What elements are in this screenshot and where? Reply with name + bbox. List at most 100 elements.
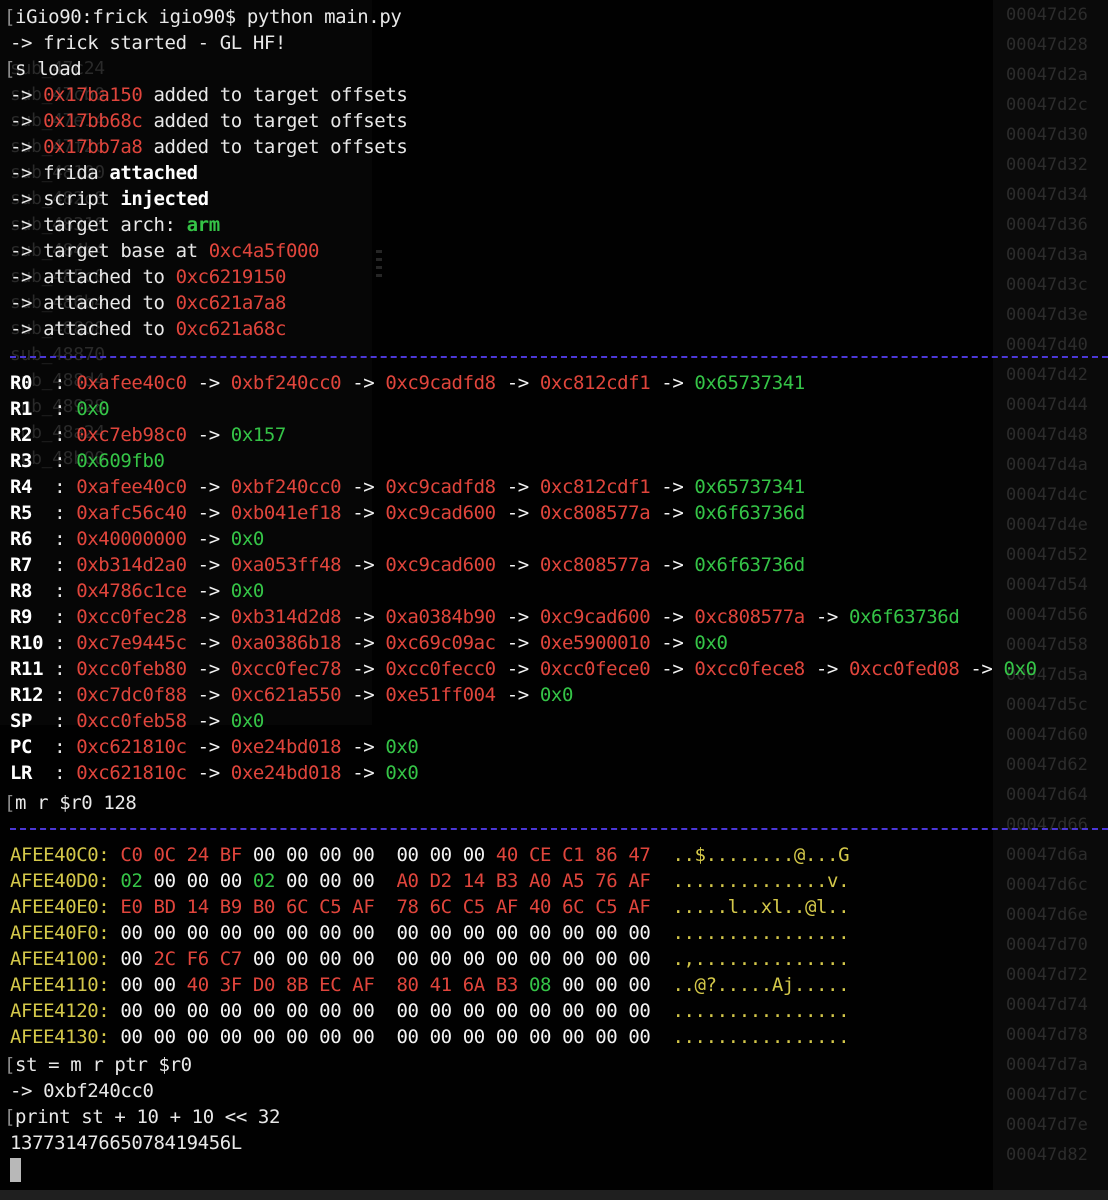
hex-byte: 00	[562, 922, 585, 944]
hex-gap	[518, 870, 529, 892]
background-address: 00047d4c	[1006, 485, 1088, 505]
pointer-arrow: ->	[186, 684, 231, 706]
hex-byte: 00	[120, 974, 143, 996]
memory-command: m r $r0 128	[15, 792, 137, 814]
hex-gap	[650, 870, 661, 892]
hex-byte: 00	[528, 1000, 552, 1022]
hex-gap	[584, 1026, 595, 1048]
hex-byte: 00	[528, 922, 552, 944]
load-command-line: [s load	[4, 58, 82, 80]
hex-byte: 00	[219, 922, 242, 944]
offset-line: -> 0x17bb68c added to target offsets	[10, 110, 408, 132]
hex-gap	[551, 974, 562, 996]
text-cursor[interactable]	[10, 1158, 21, 1182]
pointer-arrow: ->	[959, 658, 1004, 680]
hex-gap	[275, 870, 286, 892]
hex-byte: 14	[186, 896, 209, 918]
section-divider	[10, 828, 1108, 830]
hex-gap	[650, 974, 661, 996]
hex-byte: F6	[186, 948, 209, 970]
register-separator: :	[54, 762, 77, 784]
hex-gap	[661, 922, 672, 944]
background-address: 00047d3a	[1006, 245, 1088, 265]
hex-ascii: ................	[672, 1026, 850, 1048]
terminal-window[interactable]: sub_47c24 sub_47cb0 sub_47e14 sub_47f2c sub_…	[0, 0, 1108, 1200]
hex-byte: 00	[186, 1026, 209, 1048]
hex-gap	[209, 922, 220, 944]
hex-byte: 00	[462, 844, 485, 866]
hex-byte: 00	[352, 1026, 375, 1048]
hex-gap	[518, 896, 529, 918]
pointer-arrow: ->	[186, 710, 231, 732]
register-row: R8 : 0x4786c1ce -> 0x0	[10, 578, 264, 604]
hex-byte: 00	[595, 974, 618, 996]
hex-byte: 00	[628, 1026, 651, 1048]
script-prefix: -> script	[10, 188, 121, 210]
register-name: R6	[10, 528, 55, 550]
hex-gap	[661, 1026, 672, 1048]
hex-gap	[242, 948, 253, 970]
pointer-arrow: ->	[186, 606, 231, 628]
pointer-value: 0xc808577a	[539, 554, 651, 576]
pointer-arrow: ->	[495, 606, 540, 628]
offset-line: -> 0x17ba150 added to target offsets	[10, 84, 408, 106]
hex-gap	[419, 896, 430, 918]
hex-gap	[485, 948, 496, 970]
attached-prefix: -> attached to	[10, 266, 176, 288]
pointer-arrow: ->	[341, 684, 386, 706]
hex-gap	[142, 870, 153, 892]
background-address: 00047d2a	[1006, 65, 1088, 85]
hex-gap	[419, 844, 430, 866]
hex-byte: 00	[286, 844, 309, 866]
hex-gap	[518, 1000, 529, 1022]
hex-gap	[242, 1026, 253, 1048]
hex-gap	[650, 922, 661, 944]
pointer-value: 0xe5900010	[539, 632, 651, 654]
hex-gap	[275, 948, 286, 970]
pointer-value: 0xb041ef18	[230, 502, 342, 524]
hex-gap	[308, 922, 319, 944]
hex-gap	[209, 1000, 220, 1022]
hex-byte: 02	[120, 870, 143, 892]
hex-gap	[452, 922, 463, 944]
hex-byte: 00	[153, 1000, 176, 1022]
hex-byte: 6C	[562, 896, 585, 918]
hex-row: AFEE4120: 00 00 00 00 00 00 00 00 00 00 …	[10, 998, 850, 1024]
background-address: 00047d44	[1006, 395, 1088, 415]
pointer-value: 0xc7eb98c0	[76, 424, 187, 446]
hex-gap	[452, 844, 463, 866]
hex-byte: 00	[528, 1026, 552, 1048]
hex-gap	[551, 922, 562, 944]
hex-gap	[374, 922, 396, 944]
pointer-arrow: ->	[495, 554, 540, 576]
final-value: 0x0	[539, 684, 574, 706]
st-command-line: [st = m r ptr $r0	[4, 1054, 192, 1076]
pointer-value: 0x4786c1ce	[76, 580, 187, 602]
pointer-value: 0xe24bd018	[230, 736, 342, 758]
hex-gap	[109, 896, 120, 918]
hex-gap	[374, 1000, 396, 1022]
load-command: s load	[15, 58, 82, 80]
hex-byte: AF	[352, 896, 375, 918]
hex-byte: C7	[219, 948, 242, 970]
pointer-arrow: ->	[650, 632, 695, 654]
pointer-arrow: ->	[186, 424, 231, 446]
register-name: R7	[10, 554, 55, 576]
register-separator: :	[54, 476, 77, 498]
hex-gap	[419, 870, 430, 892]
hex-byte: 00	[286, 922, 309, 944]
background-address: 00047d56	[1006, 605, 1088, 625]
hex-gap	[419, 1026, 430, 1048]
hex-byte: C5	[319, 896, 342, 918]
hex-gap	[308, 844, 319, 866]
hex-byte: 24	[186, 844, 209, 866]
final-value: 0x0	[76, 398, 110, 420]
pointer-arrow: ->	[186, 502, 231, 524]
pointer-arrow: ->	[804, 658, 849, 680]
hex-gap	[275, 844, 286, 866]
hex-gap	[341, 1000, 352, 1022]
hex-row: AFEE4110: 00 00 40 3F D0 8B EC AF 80 41 …	[10, 972, 850, 998]
register-row: R5 : 0xafc56c40 -> 0xb041ef18 -> 0xc9cad…	[10, 500, 805, 526]
pointer-arrow: ->	[650, 554, 695, 576]
attached-address: 0xc6219150	[175, 266, 287, 288]
